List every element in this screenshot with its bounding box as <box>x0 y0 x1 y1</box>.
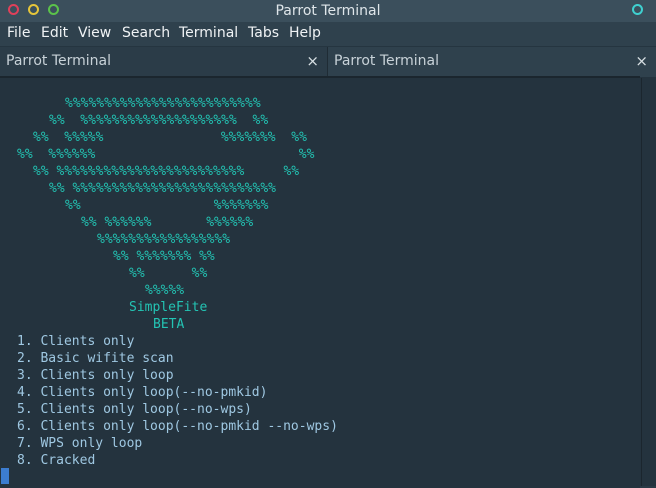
menu-view[interactable]: View <box>78 25 111 41</box>
menu-edit[interactable]: Edit <box>41 25 68 41</box>
menu-option: 4. Clients only loop(--no-pmkid) <box>17 385 268 400</box>
menu-tabs[interactable]: Tabs <box>248 25 279 41</box>
logo-art-line: %% %%%%%%% %% <box>113 249 215 264</box>
app-subtitle: BETA <box>153 317 185 332</box>
app-name: SimpleFite <box>129 300 208 315</box>
window-title: Parrot Terminal <box>275 3 381 19</box>
menu-option: 2. Basic wifite scan <box>17 351 174 366</box>
tab-close-icon[interactable]: × <box>635 52 648 70</box>
logo-art-line: %%%%%%%%%%%%%%%%%%%%%%%%% <box>65 96 261 111</box>
menu-option: 1. Clients only <box>17 334 135 349</box>
terminal-window: Parrot Terminal File Edit View Search Te… <box>0 0 656 488</box>
tab-bar: Parrot Terminal × Parrot Terminal × <box>0 46 656 77</box>
scrollbar[interactable] <box>641 78 656 486</box>
menu-option: 6. Clients only loop(--no-pmkid --no-wps… <box>17 419 338 434</box>
logo-art-line: %% %%%%%%% <box>65 198 269 213</box>
menu-option: 8. Cracked <box>17 453 96 468</box>
logo-art-line: %% %% <box>129 266 208 281</box>
menu-search[interactable]: Search <box>122 25 170 41</box>
menu-file[interactable]: File <box>7 25 30 41</box>
menu-terminal[interactable]: Terminal <box>179 25 238 41</box>
tab-close-icon[interactable]: × <box>306 52 319 70</box>
menu-help[interactable]: Help <box>289 25 321 41</box>
window-menu-icon[interactable] <box>632 4 643 15</box>
logo-art-line: %%%%% <box>145 283 185 298</box>
logo-art-line: %% %%%%%%%%%%%%%%%%%%%%%%%%%% <box>49 181 276 196</box>
title-bar[interactable]: Parrot Terminal <box>0 0 656 22</box>
logo-art-line: %% %%%%%% %% <box>17 147 315 162</box>
tab-terminal-2[interactable]: Parrot Terminal × <box>328 47 656 76</box>
terminal-cursor <box>1 468 9 484</box>
logo-art-line: %% %%%%%%%%%%%%%%%%%%%% %% <box>49 113 269 128</box>
tab-label: Parrot Terminal <box>334 53 440 69</box>
logo-art-line: %% %%%%%% %%%%%% <box>81 215 254 230</box>
tab-terminal-1[interactable]: Parrot Terminal × <box>0 47 328 76</box>
logo-art-line: %%%%%%%%%%%%%%%%% <box>97 232 231 247</box>
menu-bar: File Edit View Search Terminal Tabs Help <box>0 22 656 46</box>
menu-option: 3. Clients only loop <box>17 368 174 383</box>
logo-art-line: %% %%%%% %%%%%%% %% <box>33 130 307 145</box>
menu-option: 7. WPS only loop <box>17 436 143 451</box>
tab-label: Parrot Terminal <box>6 53 112 69</box>
terminal-output[interactable]: %%%%%%%%%%%%%%%%%%%%%%%%% %% %%%%%%%%%%%… <box>0 76 640 488</box>
logo-art-line: %% %%%%%%%%%%%%%%%%%%%%%%%% %% <box>33 164 300 179</box>
menu-option: 5. Clients only loop(--no-wps) <box>17 402 252 417</box>
